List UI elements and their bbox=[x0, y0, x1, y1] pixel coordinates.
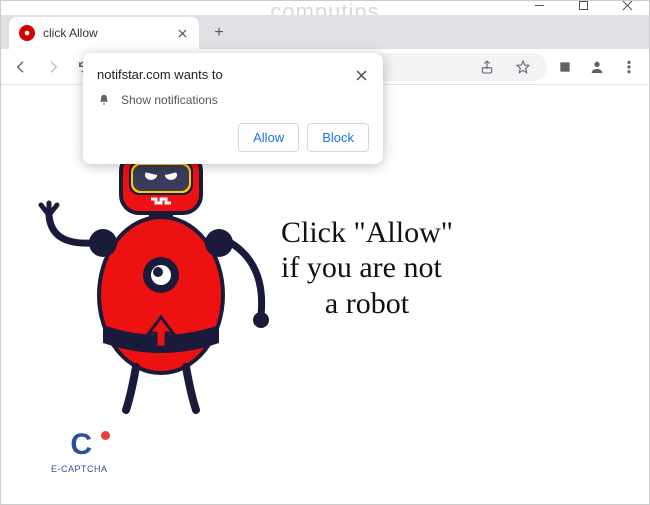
tab-strip: click Allow + bbox=[1, 15, 649, 49]
block-button[interactable]: Block bbox=[307, 123, 369, 152]
maximize-button[interactable] bbox=[561, 0, 605, 19]
prompt-title: notifstar.com wants to bbox=[97, 67, 223, 82]
allow-button[interactable]: Allow bbox=[238, 123, 299, 152]
headline-line-1: Click "Allow" bbox=[281, 215, 453, 250]
window-controls bbox=[517, 0, 649, 19]
minimize-button[interactable] bbox=[517, 0, 561, 19]
notification-permission-prompt: notifstar.com wants to Show notification… bbox=[83, 53, 383, 164]
menu-button[interactable] bbox=[615, 53, 643, 81]
window-titlebar: computips bbox=[1, 1, 649, 15]
close-tab-button[interactable] bbox=[175, 26, 189, 40]
headline-line-2: if you are not bbox=[281, 250, 453, 285]
tab-title: click Allow bbox=[43, 26, 175, 40]
bookmark-button[interactable] bbox=[509, 53, 537, 81]
bell-icon bbox=[97, 93, 111, 107]
forward-button[interactable] bbox=[39, 53, 67, 81]
favicon-icon bbox=[19, 25, 35, 41]
new-tab-button[interactable]: + bbox=[205, 19, 233, 47]
captcha-label: E-CAPTCHA bbox=[51, 464, 108, 474]
captcha-badge: C E-CAPTCHA bbox=[51, 428, 108, 474]
share-button[interactable] bbox=[473, 53, 501, 81]
prompt-permission-text: Show notifications bbox=[121, 93, 218, 107]
headline-line-3: a robot bbox=[281, 286, 453, 321]
extensions-button[interactable] bbox=[551, 53, 579, 81]
captcha-logo-icon: C bbox=[51, 428, 108, 462]
profile-button[interactable] bbox=[583, 53, 611, 81]
browser-tab[interactable]: click Allow bbox=[9, 17, 199, 49]
headline-text: Click "Allow" if you are not a robot bbox=[281, 215, 453, 321]
close-window-button[interactable] bbox=[605, 0, 649, 19]
back-button[interactable] bbox=[7, 53, 35, 81]
prompt-close-button[interactable] bbox=[353, 67, 369, 83]
